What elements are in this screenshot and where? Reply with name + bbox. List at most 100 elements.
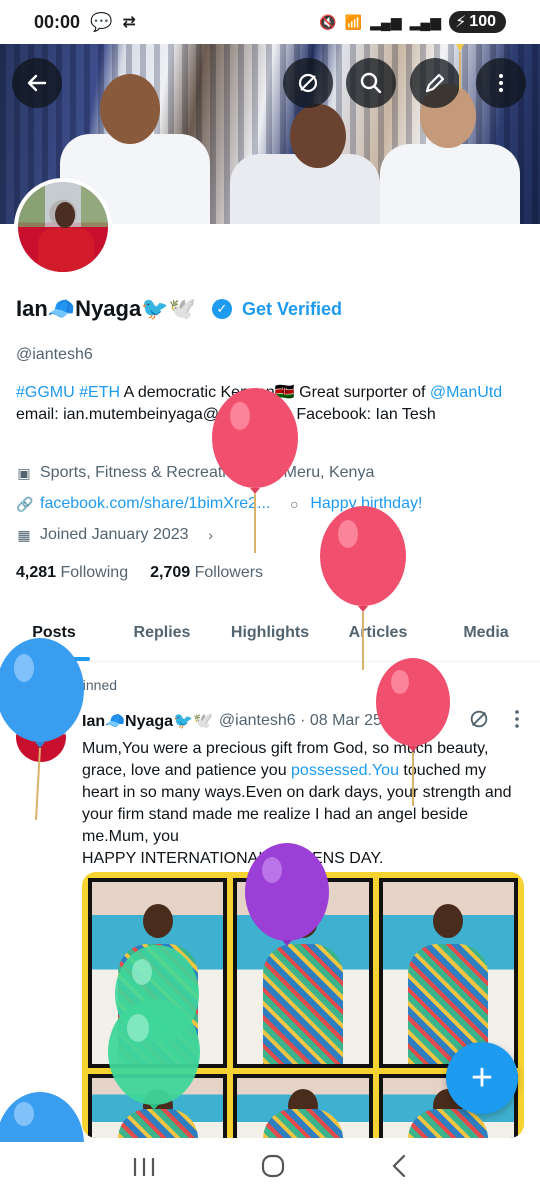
tab-posts[interactable]: Posts: [0, 610, 108, 661]
grok-icon: [470, 710, 488, 728]
post-link[interactable]: possessed.You: [291, 762, 399, 779]
recent-apps-button[interactable]: [131, 1154, 157, 1185]
plus-icon: +: [470, 1056, 494, 1099]
back-button[interactable]: [12, 58, 62, 108]
home-icon: [261, 1154, 285, 1177]
bio-text: A democratic Kenyan🇰🇪 Great surporter of: [120, 384, 430, 401]
post-avatar[interactable]: [16, 712, 66, 762]
pinned-indicator: 📌 Pinned: [44, 676, 117, 693]
profile-avatar[interactable]: [14, 178, 112, 276]
grok-post-button[interactable]: [468, 708, 490, 736]
back-arrow-icon: [27, 74, 47, 92]
banner-player-head: [100, 74, 160, 144]
tab-articles[interactable]: Articles: [324, 610, 432, 661]
profile-joined: Joined January 2023: [40, 526, 189, 543]
profile-category: Sports, Fitness & Recreation: [40, 464, 244, 481]
get-verified-link[interactable]: Get Verified: [242, 299, 342, 320]
media-tile[interactable]: [233, 878, 373, 1068]
bio-text-2: email: ian.mutembeinyaga@gmail.com Faceb…: [16, 406, 436, 423]
banner-player-head: [290, 104, 346, 168]
pin-icon: 📌: [44, 676, 62, 692]
profile-meta-row-1: ▣ Sports, Fitness & Recreation ⊙ Meru, K…: [16, 464, 374, 482]
bio-hashtags[interactable]: #GGMU #ETH: [16, 384, 120, 401]
following-label: Following: [60, 564, 129, 581]
profile-handle: @iantesh6: [16, 346, 93, 363]
link-icon: 🔗: [16, 495, 34, 512]
tab-highlights[interactable]: Highlights: [216, 610, 324, 661]
signal-icon-2: ▂▄▆: [409, 13, 442, 30]
tab-replies[interactable]: Replies: [108, 610, 216, 661]
calendar-icon: ▦: [17, 526, 31, 543]
more-vertical-icon: [499, 74, 503, 92]
search-button[interactable]: [346, 58, 396, 108]
post-text: Mum,You were a precious gift from God, s…: [82, 738, 522, 870]
battery-saver-icon: ⚡: [455, 14, 467, 31]
post-author[interactable]: Ian🧢Nyaga🐦🕊️: [82, 711, 213, 731]
verified-badge-icon[interactable]: ✓: [212, 299, 232, 319]
home-button[interactable]: [260, 1153, 286, 1186]
post-text-3: HAPPY INTERNATIONAL WOMENS DAY.: [82, 850, 384, 867]
photo-head: [287, 903, 318, 938]
wifi-icon: 📶: [344, 13, 363, 30]
post-more-button[interactable]: [514, 708, 520, 736]
chevron-right-icon: ›: [208, 527, 213, 543]
compose-button[interactable]: +: [446, 1042, 518, 1114]
profile-website-link[interactable]: facebook.com/share/1bimXre2...: [40, 495, 270, 513]
balloon-icon: ○: [290, 496, 299, 512]
follow-stats: 4,281 Following 2,709 Followers: [16, 564, 263, 582]
pinned-label: Pinned: [73, 676, 118, 693]
chevron-left-icon: [392, 1154, 405, 1177]
edit-icon: [425, 73, 445, 93]
status-time: 00:00: [34, 11, 81, 32]
avatar-head: [55, 202, 75, 228]
profile-location: Meru, Kenya: [283, 464, 375, 481]
grok-icon: [298, 73, 318, 93]
mute-icon: 🔇: [319, 13, 337, 30]
media-photo: [237, 882, 369, 1064]
birthday-link[interactable]: Happy birthday!: [310, 495, 422, 513]
battery-level: 100: [469, 13, 496, 30]
profile-name: Ian🧢Nyaga🐦🕊️: [16, 296, 196, 321]
signal-icon: ▂▄▆: [370, 13, 402, 30]
grok-button[interactable]: [283, 58, 333, 108]
system-nav-bar: [0, 1138, 540, 1200]
following-count: 4,281: [16, 564, 57, 581]
chat-notification-icon: 💬: [90, 11, 113, 32]
photo-head: [433, 903, 464, 938]
followers-count: 2,709: [150, 564, 191, 581]
profile-meta-row-2: 🔗 facebook.com/share/1bimXre2... ○ Happy…: [16, 495, 422, 513]
following-link[interactable]: 4,281 Following: [16, 564, 128, 582]
more-vertical-icon: [515, 710, 519, 728]
more-button[interactable]: [476, 58, 526, 108]
profile-name-row: Ian🧢Nyaga🐦🕊️ ✓ Get Verified: [16, 296, 342, 322]
media-tile[interactable]: [233, 1074, 373, 1138]
media-tile[interactable]: [378, 878, 518, 1068]
balloon-blue-2: [0, 1092, 84, 1142]
photo-dress: [262, 1109, 343, 1138]
media-photo: [92, 882, 224, 1064]
media-photo: [382, 882, 514, 1064]
bio-mention[interactable]: @ManUtd: [430, 384, 502, 401]
media-tile[interactable]: [88, 1074, 228, 1138]
banner-player: [380, 144, 520, 224]
profile-meta-row-3[interactable]: ▦ Joined January 2023 ›: [16, 526, 219, 544]
followers-link[interactable]: 2,709 Followers: [150, 564, 263, 582]
post-tools: [468, 708, 520, 736]
tab-media[interactable]: Media: [432, 610, 540, 661]
search-icon: [360, 72, 382, 94]
back-nav-button[interactable]: [389, 1153, 409, 1186]
photo-head: [142, 903, 173, 938]
post-handle-date: @iantesh6 · 08 Mar 25: [218, 712, 382, 729]
status-bar: 00:00 💬 ⇄ 🔇 📶 ▂▄▆ ▂▄▆ ⚡ 100: [0, 0, 540, 44]
media-tile[interactable]: [88, 878, 228, 1068]
photo-dress: [117, 943, 198, 1064]
sync-notification-icon: ⇄: [122, 14, 136, 31]
avatar-shirt: [38, 228, 94, 272]
media-photo: [92, 1078, 224, 1138]
followers-label: Followers: [194, 564, 264, 581]
media-photo: [237, 1078, 369, 1138]
edit-button[interactable]: [410, 58, 460, 108]
briefcase-icon: ▣: [17, 464, 31, 481]
photo-dress: [117, 1109, 198, 1138]
post-header: Ian🧢Nyaga🐦🕊️ @iantesh6 · 08 Mar 25: [82, 711, 382, 731]
